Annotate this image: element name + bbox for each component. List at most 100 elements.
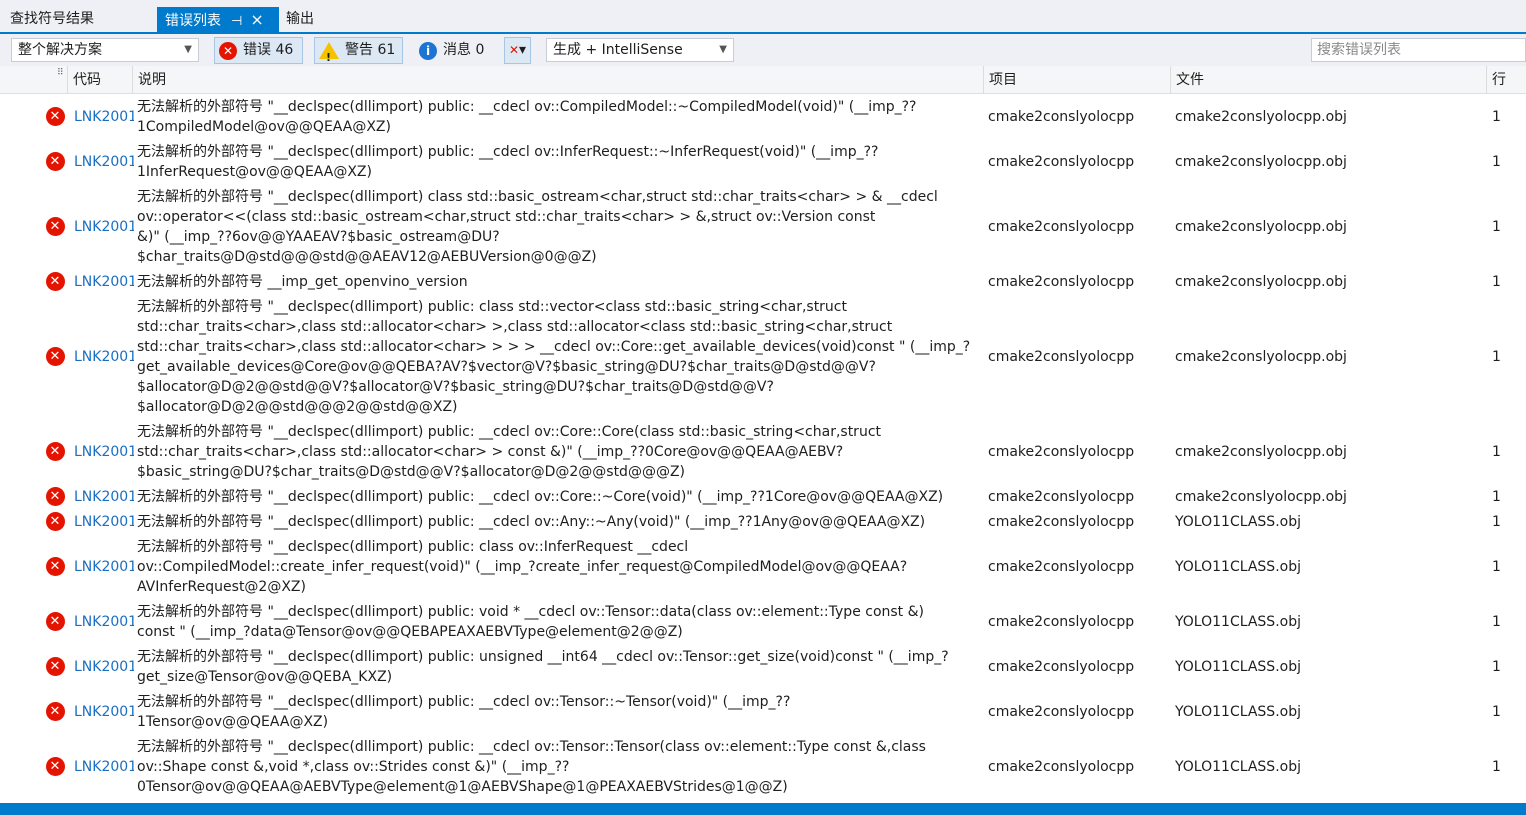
table-row[interactable]: ✕ LNK2001 无法解析的外部符号 "__declspec(dllimport)… [0,644,1526,689]
error-code-link[interactable]: LNK2001 [74,139,134,184]
error-code-link[interactable]: LNK2001 [74,419,134,484]
error-file: cmake2conslyolocpp.obj [1175,488,1347,505]
error-icon: ✕ [45,347,65,366]
error-code-link[interactable]: LNK2001 [74,689,134,734]
table-row[interactable]: ✕ LNK2001 无法解析的外部符号 "__declspec(dllimport)… [0,484,1526,509]
error-icon-cell: ✕ [44,484,66,509]
header-project-label: 项目 [989,72,1017,88]
error-line: 1 [1492,613,1501,630]
header-line[interactable]: 行 [1486,66,1526,94]
error-project: cmake2conslyolocpp [988,443,1135,460]
error-icon: ✕ [45,272,65,291]
error-file: cmake2conslyolocpp.obj [1175,273,1347,290]
error-project: cmake2conslyolocpp [988,218,1135,235]
error-description: 无法解析的外部符号 "__declspec(dllimport) public:… [137,144,879,180]
build-filter-dropdown[interactable]: 生成 + IntelliSense ▼ [546,38,734,62]
clear-filter-button[interactable]: ✕▾ [504,37,531,64]
error-line: 1 [1492,488,1501,505]
messages-filter-button[interactable]: i 消息 0 [414,37,494,64]
tab-label: 输出 [286,11,314,27]
header-description[interactable]: 说明 [132,66,983,94]
error-icon-cell: ✕ [44,644,66,689]
header-file-label: 文件 [1176,72,1204,88]
table-row[interactable]: ✕ LNK2001 无法解析的外部符号 "__declspec(dllimport)… [0,689,1526,734]
error-description: 无法解析的外部符号 "__declspec(dllimport) public:… [137,739,926,795]
error-icon: ✕ [219,41,237,60]
header-project[interactable]: 项目 [983,66,1170,94]
error-project: cmake2conslyolocpp [988,513,1135,530]
header-code[interactable]: 代码 [67,66,132,94]
error-file: YOLO11CLASS.obj [1175,558,1301,575]
error-icon: ✕ [45,657,65,676]
error-icon: ✕ [45,217,65,236]
error-icon-cell: ✕ [44,94,66,139]
error-project: cmake2conslyolocpp [988,558,1135,575]
error-project: cmake2conslyolocpp [988,488,1135,505]
error-project: cmake2conslyolocpp [988,153,1135,170]
chevron-down-icon: ▼ [184,44,192,55]
error-code-link[interactable]: LNK2001 [74,184,134,269]
error-code-link[interactable]: LNK2001 [74,644,134,689]
search-placeholder: 搜索错误列表 [1317,42,1401,58]
error-icon-cell: ✕ [44,689,66,734]
table-row[interactable]: ✕ LNK2001 无法解析的外部符号 "__declspec(dllimport)… [0,139,1526,184]
error-file: YOLO11CLASS.obj [1175,703,1301,720]
error-description: 无法解析的外部符号 "__declspec(dllimport) public:… [137,489,944,505]
error-icon: ✕ [45,612,65,631]
errors-filter-button[interactable]: ✕ 错误 46 [214,37,303,64]
error-icon-cell: ✕ [44,509,66,534]
error-icon: ✕ [45,702,65,721]
tab-find-symbol-results[interactable]: 查找符号结果 [2,7,102,32]
table-row[interactable]: ✕ LNK2001 无法解析的外部符号 "__declspec(dllimport)… [0,534,1526,599]
sort-grip-icon[interactable]: ⠿ [57,68,64,78]
table-row[interactable]: ✕ LNK2001 无法解析的外部符号 "__declspec(dllimport)… [0,509,1526,534]
tab-label: 错误列表 [165,13,221,29]
build-filter-value: 生成 + IntelliSense [553,42,683,58]
error-file: cmake2conslyolocpp.obj [1175,108,1347,125]
table-row[interactable]: ✕ LNK2001 无法解析的外部符号 "__declspec(dllimport)… [0,184,1526,269]
error-code-link[interactable]: LNK2001 [74,269,134,294]
tab-output[interactable]: 输出 [278,7,322,32]
table-row[interactable]: ✕ LNK2001 无法解析的外部符号 "__declspec(dllimport)… [0,294,1526,419]
pin-icon[interactable]: ⊣ [231,9,242,34]
warnings-filter-button[interactable]: ! 警告 61 [314,37,403,64]
info-icon: i [419,41,437,60]
table-row[interactable]: ✕ LNK2001 无法解析的外部符号 "__declspec(dllimport)… [0,419,1526,484]
error-line: 1 [1492,218,1501,235]
error-code-link[interactable]: LNK2001 [74,484,134,509]
table-row[interactable]: ✕ LNK2001 无法解析的外部符号 "__declspec(dllimport)… [0,599,1526,644]
tab-error-list[interactable]: 错误列表 ⊣ × [157,7,279,34]
table-row[interactable]: ✕ LNK2001 无法解析的外部符号 "__declspec(dllimport)… [0,734,1526,799]
error-code-link[interactable]: LNK2001 [74,534,134,599]
error-project: cmake2conslyolocpp [988,658,1135,675]
error-line: 1 [1492,758,1501,775]
error-list-window: 查找符号结果 错误列表 ⊣ × 输出 整个解决方案 ▼ ✕ 错误 46 ! 警告 6… [0,0,1526,815]
error-line: 1 [1492,108,1501,125]
error-icon-cell: ✕ [44,599,66,644]
error-code-link[interactable]: LNK2001 [74,94,134,139]
error-icon-cell: ✕ [44,294,66,419]
header-file[interactable]: 文件 [1170,66,1486,94]
error-file: cmake2conslyolocpp.obj [1175,443,1347,460]
error-description: 无法解析的外部符号 "__declspec(dllimport) public:… [137,649,949,685]
error-description: 无法解析的外部符号 "__declspec(dllimport) public:… [137,514,926,530]
table-row[interactable]: ✕ LNK2001 无法解析的外部符号 "__declspec(dllimport)… [0,94,1526,139]
error-code-link[interactable]: LNK2001 [74,509,134,534]
error-description: 无法解析的外部符号 "__declspec(dllimport) public:… [137,604,925,640]
scope-dropdown[interactable]: 整个解决方案 ▼ [11,38,199,62]
messages-label: 消息 0 [443,42,485,58]
close-icon[interactable]: × [250,7,263,32]
search-input[interactable]: 搜索错误列表 [1311,38,1526,62]
header-code-label: 代码 [73,72,101,88]
error-rows: ✕ LNK2001 无法解析的外部符号 "__declspec(dllimport)… [0,94,1526,799]
error-file: YOLO11CLASS.obj [1175,513,1301,530]
error-description: 无法解析的外部符号 "__declspec(dllimport) public:… [137,694,791,730]
error-code-link[interactable]: LNK2001 [74,294,134,419]
error-code-link[interactable]: LNK2001 [74,599,134,644]
chevron-down-icon: ▼ [719,44,727,55]
error-icon: ✕ [45,152,65,171]
errors-label: 错误 46 [243,42,294,58]
error-code-link[interactable]: LNK2001 [74,734,134,799]
error-line: 1 [1492,658,1501,675]
table-row[interactable]: ✕ LNK2001 无法解析的外部符号 __imp_get_openvino_ver… [0,269,1526,294]
